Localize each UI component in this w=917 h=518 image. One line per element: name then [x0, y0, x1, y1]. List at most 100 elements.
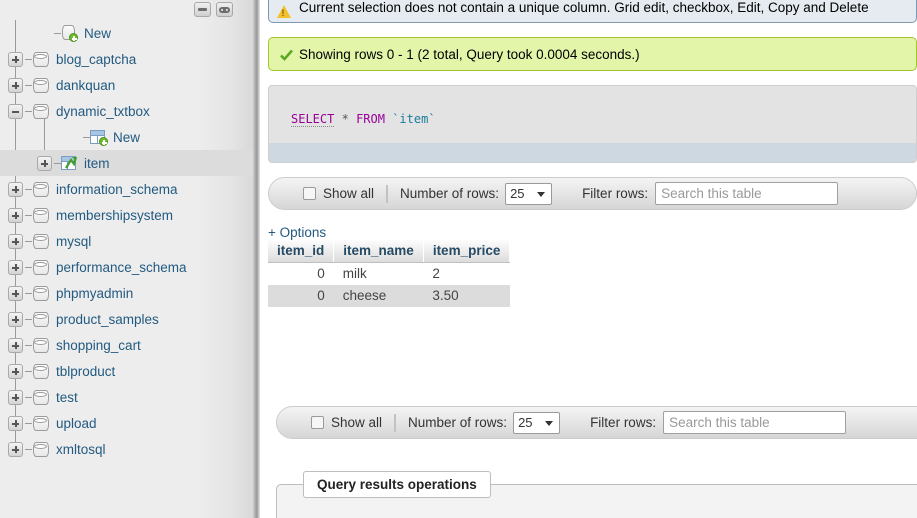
- tree-node-label: shopping_cart: [56, 337, 141, 353]
- cell-item_id: 0: [268, 262, 334, 285]
- tree-node-label: information_schema: [56, 181, 178, 197]
- tree-node-mysql[interactable]: mysql: [0, 228, 253, 254]
- link-with-main-panel-icon[interactable]: [216, 2, 233, 17]
- database-icon: [33, 363, 49, 379]
- tree-node-label: upload: [56, 415, 97, 431]
- tree-node-dynamic-txtbox[interactable]: dynamic_txtbox: [0, 98, 253, 124]
- number-of-rows-select-bottom[interactable]: 25: [513, 411, 561, 434]
- cell-item_name: milk: [333, 262, 424, 285]
- column-header-item_id[interactable]: item_id: [268, 240, 335, 263]
- tree-node-label: performance_schema: [56, 259, 187, 275]
- database-icon: [33, 51, 49, 67]
- results-table-head: item_id item_name item_price: [268, 240, 511, 263]
- column-header-item_name[interactable]: item_name: [333, 240, 424, 263]
- query-results-operations-legend: Query results operations: [303, 471, 491, 498]
- column-header-item_price[interactable]: item_price: [423, 240, 511, 263]
- tree-node-product-samples[interactable]: product_samples: [0, 306, 253, 332]
- expand-plus-icon[interactable]: [8, 415, 23, 431]
- expand-plus-icon[interactable]: [8, 233, 23, 249]
- show-all-checkbox-bottom[interactable]: [311, 416, 324, 429]
- collapse-minus-icon[interactable]: [8, 103, 23, 119]
- database-icon: [33, 259, 49, 275]
- table-row[interactable]: 0 cheese 3.50: [268, 285, 510, 307]
- tree-node-blog-captcha[interactable]: blog_captcha: [0, 46, 253, 72]
- tree-connector-line: [25, 370, 32, 372]
- database-icon: [33, 77, 49, 93]
- chain-glyph: [219, 6, 230, 13]
- tree-node-new[interactable]: New: [0, 124, 253, 150]
- sql-box-footer: [269, 143, 916, 162]
- collapse-all-icon[interactable]: [194, 2, 211, 17]
- tree-node-test[interactable]: test: [0, 384, 253, 410]
- database-icon: [33, 103, 49, 119]
- tree-node-dankquan[interactable]: dankquan: [0, 72, 253, 98]
- expand-plus-icon[interactable]: [8, 181, 23, 197]
- filter-rows-input-top[interactable]: [655, 182, 839, 205]
- tree-node-phpmyadmin[interactable]: phpmyadmin: [0, 280, 253, 306]
- chevron-down-icon: [545, 420, 554, 426]
- expand-plus-icon[interactable]: [8, 311, 23, 327]
- database-icon: [33, 233, 49, 249]
- filter-rows-label-top: Filter rows:: [582, 186, 649, 201]
- show-all-label-bottom: Show all: [331, 415, 383, 430]
- sidebar-resize-handle[interactable]: [253, 0, 260, 518]
- active-table-icon: [61, 155, 77, 171]
- number-of-rows-select-top[interactable]: 25: [505, 182, 553, 205]
- expand-plus-icon[interactable]: [37, 155, 52, 171]
- expand-plus-icon[interactable]: [8, 363, 23, 379]
- tree-node-performance-schema[interactable]: performance_schema: [0, 254, 253, 280]
- expand-plus-icon[interactable]: [8, 441, 23, 457]
- cell-item_price: 3.50: [423, 285, 510, 307]
- check-icon: [280, 49, 293, 61]
- expand-plus-icon[interactable]: [8, 259, 23, 275]
- tree-node-shopping-cart[interactable]: shopping_cart: [0, 332, 253, 358]
- warning-text: Current selection does not contain a uni…: [299, 0, 869, 15]
- sql-star: *: [341, 112, 349, 126]
- results-controls-bottom: Show all Number of rows: 25 Filter rows:: [276, 406, 917, 439]
- cell-item_name: cheese: [333, 285, 424, 307]
- show-all-checkbox-top[interactable]: [303, 187, 316, 200]
- tree-node-upload[interactable]: upload: [0, 410, 253, 436]
- expand-plus-icon[interactable]: [8, 285, 23, 301]
- number-of-rows-label-top: Number of rows:: [400, 186, 500, 201]
- tree-node-label: blog_captcha: [56, 51, 137, 67]
- expand-plus-icon[interactable]: [8, 51, 23, 67]
- expand-plus-icon[interactable]: [8, 77, 23, 93]
- tree-node-label: phpmyadmin: [56, 285, 134, 301]
- table-row[interactable]: 0 milk 2: [268, 262, 510, 285]
- tree-connector-line: [25, 240, 32, 242]
- new-table-icon: [90, 129, 108, 146]
- expand-plus-icon[interactable]: [8, 337, 23, 353]
- number-of-rows-value-bottom: 25: [518, 415, 533, 430]
- database-icon: [33, 415, 49, 431]
- tree-node-xmltosql[interactable]: xmltosql: [0, 436, 253, 462]
- tree-node-label: product_samples: [56, 311, 159, 327]
- sql-keyword-select: SELECT: [291, 112, 335, 127]
- tree-node-label: xmltosql: [56, 441, 106, 457]
- tree-connector-line: [25, 110, 32, 112]
- query-results-operations: Query results operations Print viewExpor…: [276, 471, 917, 518]
- tree-node-information-schema[interactable]: information_schema: [0, 176, 253, 202]
- database-icon: [33, 181, 49, 197]
- sql-query-box[interactable]: SELECT * FROM `item`: [268, 85, 917, 163]
- tree-node-item[interactable]: item: [0, 150, 253, 176]
- query-status-text: Showing rows 0 - 1 (2 total, Query took …: [299, 47, 640, 62]
- tree-node-membershipsystem[interactable]: membershipsystem: [0, 202, 253, 228]
- expand-plus-icon[interactable]: [8, 389, 23, 405]
- results-controls-top: Show all Number of rows: 25 Filter rows:: [268, 177, 917, 210]
- tree-connector-line: [25, 292, 32, 294]
- warning-triangle-icon: [277, 5, 291, 18]
- filter-rows-input-bottom[interactable]: [663, 411, 847, 434]
- expand-plus-icon[interactable]: [8, 207, 23, 223]
- tree-node-label: mysql: [56, 233, 92, 249]
- tree-connector-line: [25, 214, 32, 216]
- sql-keyword-from: FROM: [356, 112, 385, 126]
- results-table-body: 0 milk 2 0 cheese 3.50: [268, 262, 510, 307]
- control-separator: [386, 184, 389, 203]
- show-all-label-top: Show all: [323, 186, 375, 201]
- tree-node-tblproduct[interactable]: tblproduct: [0, 358, 253, 384]
- tree-node-label: item: [84, 155, 110, 171]
- tree-node-new[interactable]: New: [0, 20, 253, 46]
- options-toggle-link[interactable]: + Options: [268, 225, 326, 240]
- tree-connector-line: [25, 84, 32, 86]
